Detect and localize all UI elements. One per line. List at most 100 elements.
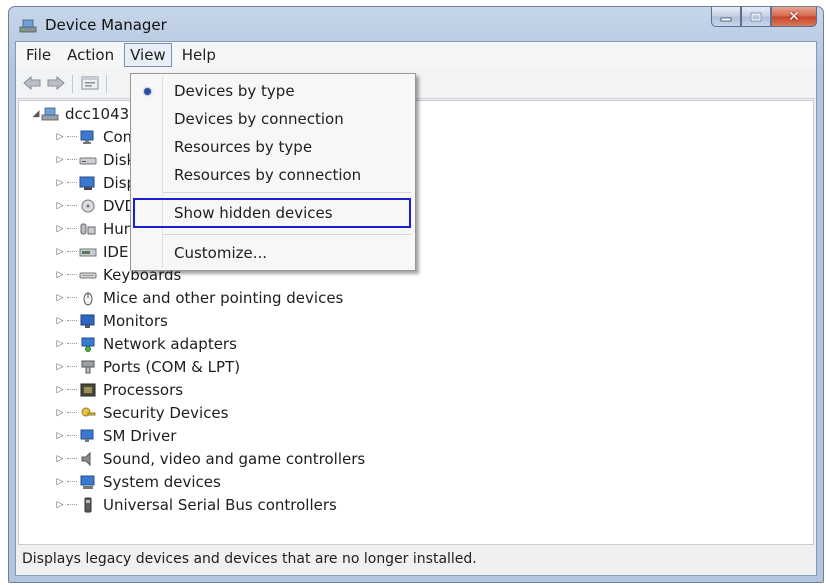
menu-file[interactable]: File	[20, 43, 57, 67]
maximize-button[interactable]	[741, 7, 771, 27]
expand-icon[interactable]: ▷	[55, 201, 65, 211]
expand-icon[interactable]: ▷	[55, 385, 65, 395]
tree-item[interactable]: ▷ SM Driver	[55, 425, 177, 447]
computer-root-icon	[41, 107, 59, 121]
title-bar[interactable]: Device Manager ✕	[9, 7, 823, 41]
minimize-icon	[720, 17, 732, 21]
menu-item-resources-by-type[interactable]: Resources by type	[131, 134, 413, 160]
expand-icon[interactable]: ▷	[55, 454, 65, 464]
menu-separator	[163, 234, 411, 235]
tree-item[interactable]: ▷ Mice and other pointing devices	[55, 287, 344, 309]
expand-icon[interactable]: ▷	[55, 408, 65, 418]
tree-item[interactable]: ▷ Security Devices	[55, 402, 229, 424]
menu-item-label: Devices by connection	[174, 110, 344, 128]
menu-item-resources-by-connection[interactable]: Resources by connection	[131, 162, 413, 188]
security-device-icon	[81, 407, 96, 417]
sm-driver-icon	[80, 429, 94, 442]
back-icon	[23, 75, 41, 91]
tree-item[interactable]: ▷ Sound, video and game controllers	[55, 448, 366, 470]
monitor-icon	[80, 314, 95, 328]
sound-icon	[81, 451, 91, 467]
tree-item[interactable]: ▷ Hum	[55, 218, 139, 240]
tree-item[interactable]: ▷ Disk	[55, 149, 136, 171]
expand-icon[interactable]: ▷	[55, 339, 65, 349]
tree-item[interactable]: ▷ Network adapters	[55, 333, 237, 355]
tree-item[interactable]: ▷ Ports (COM & LPT)	[55, 356, 241, 378]
expand-icon[interactable]: ▷	[55, 155, 65, 165]
menu-separator	[163, 192, 411, 193]
tree-item[interactable]: ▷ Com	[55, 126, 138, 148]
tree-item-label: System devices	[103, 473, 221, 491]
expand-icon[interactable]: ▷	[55, 362, 65, 372]
tree-connector	[67, 228, 77, 230]
tree-item[interactable]: ▷ Monitors	[55, 310, 168, 332]
disk-drive-icon	[79, 157, 97, 165]
expand-icon[interactable]: ▷	[55, 132, 65, 142]
close-button[interactable]: ✕	[771, 7, 817, 27]
caption-buttons: ✕	[711, 7, 817, 29]
tree-item[interactable]: ▷ Disp	[55, 172, 137, 194]
tree-item[interactable]: ▷ System devices	[55, 471, 221, 493]
tree-item-label: Universal Serial Bus controllers	[103, 496, 337, 514]
expand-icon[interactable]: ▷	[55, 431, 65, 441]
expand-icon[interactable]: ▷	[55, 247, 65, 257]
menu-item-label: Customize...	[174, 244, 268, 262]
device-manager-icon	[19, 19, 37, 33]
menu-item-label: Devices by type	[174, 82, 295, 100]
tree-item-label: Sound, video and game controllers	[103, 450, 366, 468]
expand-icon[interactable]: ▷	[55, 178, 65, 188]
properties-icon	[81, 76, 99, 90]
expand-icon[interactable]: ▷	[55, 316, 65, 326]
forward-button[interactable]	[46, 74, 66, 92]
system-devices-icon	[80, 475, 95, 489]
tree-connector	[67, 389, 77, 391]
tree-connector	[67, 251, 77, 253]
tree-connector	[67, 320, 77, 322]
tree-connector	[67, 274, 77, 276]
tree-item-label: Network adapters	[103, 335, 237, 353]
expand-icon[interactable]: ▷	[55, 224, 65, 234]
tree-item-label: Mice and other pointing devices	[103, 289, 344, 307]
tree-root-label: dcc1043	[65, 105, 130, 123]
tree-connector	[67, 504, 77, 506]
tree-connector	[67, 297, 77, 299]
menu-action[interactable]: Action	[61, 43, 120, 67]
view-menu-dropdown: Devices by type Devices by connection Re…	[130, 73, 416, 271]
status-text: Displays legacy devices and devices that…	[22, 551, 477, 567]
tree-connector	[67, 435, 77, 437]
properties-button[interactable]	[80, 74, 100, 92]
tree-root[interactable]: ◢ dcc1043	[31, 103, 130, 125]
computer-icon	[80, 130, 94, 144]
menu-view[interactable]: View	[124, 43, 172, 67]
menu-item-label: Resources by type	[174, 138, 313, 156]
display-adapter-icon	[79, 176, 95, 190]
expand-icon[interactable]: ▷	[55, 477, 65, 487]
tree-item[interactable]: ▷ Universal Serial Bus controllers	[55, 494, 337, 516]
tree-item[interactable]: ▷ Processors	[55, 379, 184, 401]
tree-connector	[67, 136, 77, 138]
expand-icon[interactable]: ▷	[55, 270, 65, 280]
tree-item-label: SM Driver	[103, 427, 177, 445]
tree-connector	[67, 366, 77, 368]
menu-help[interactable]: Help	[176, 43, 222, 67]
toolbar-separator	[72, 75, 73, 93]
tree-item[interactable]: ▷ DVD	[55, 195, 137, 217]
menu-item-devices-by-connection[interactable]: Devices by connection	[131, 106, 413, 132]
mouse-icon	[83, 292, 93, 306]
collapse-icon[interactable]: ◢	[31, 109, 41, 119]
status-bar: Displays legacy devices and devices that…	[18, 544, 814, 573]
menu-item-devices-by-type[interactable]: Devices by type	[131, 78, 413, 104]
highlight-box	[133, 198, 411, 228]
processor-icon	[80, 383, 96, 397]
tree-connector	[67, 458, 77, 460]
radio-bullet-icon	[144, 87, 151, 95]
tree-connector	[67, 159, 77, 161]
expand-icon[interactable]: ▷	[55, 293, 65, 303]
back-button[interactable]	[22, 74, 42, 92]
minimize-button[interactable]	[711, 7, 741, 27]
forward-icon	[47, 75, 65, 91]
expand-icon[interactable]: ▷	[55, 500, 65, 510]
usb-icon	[84, 497, 92, 513]
menu-item-customize[interactable]: Customize...	[131, 240, 413, 266]
port-icon	[81, 360, 95, 374]
